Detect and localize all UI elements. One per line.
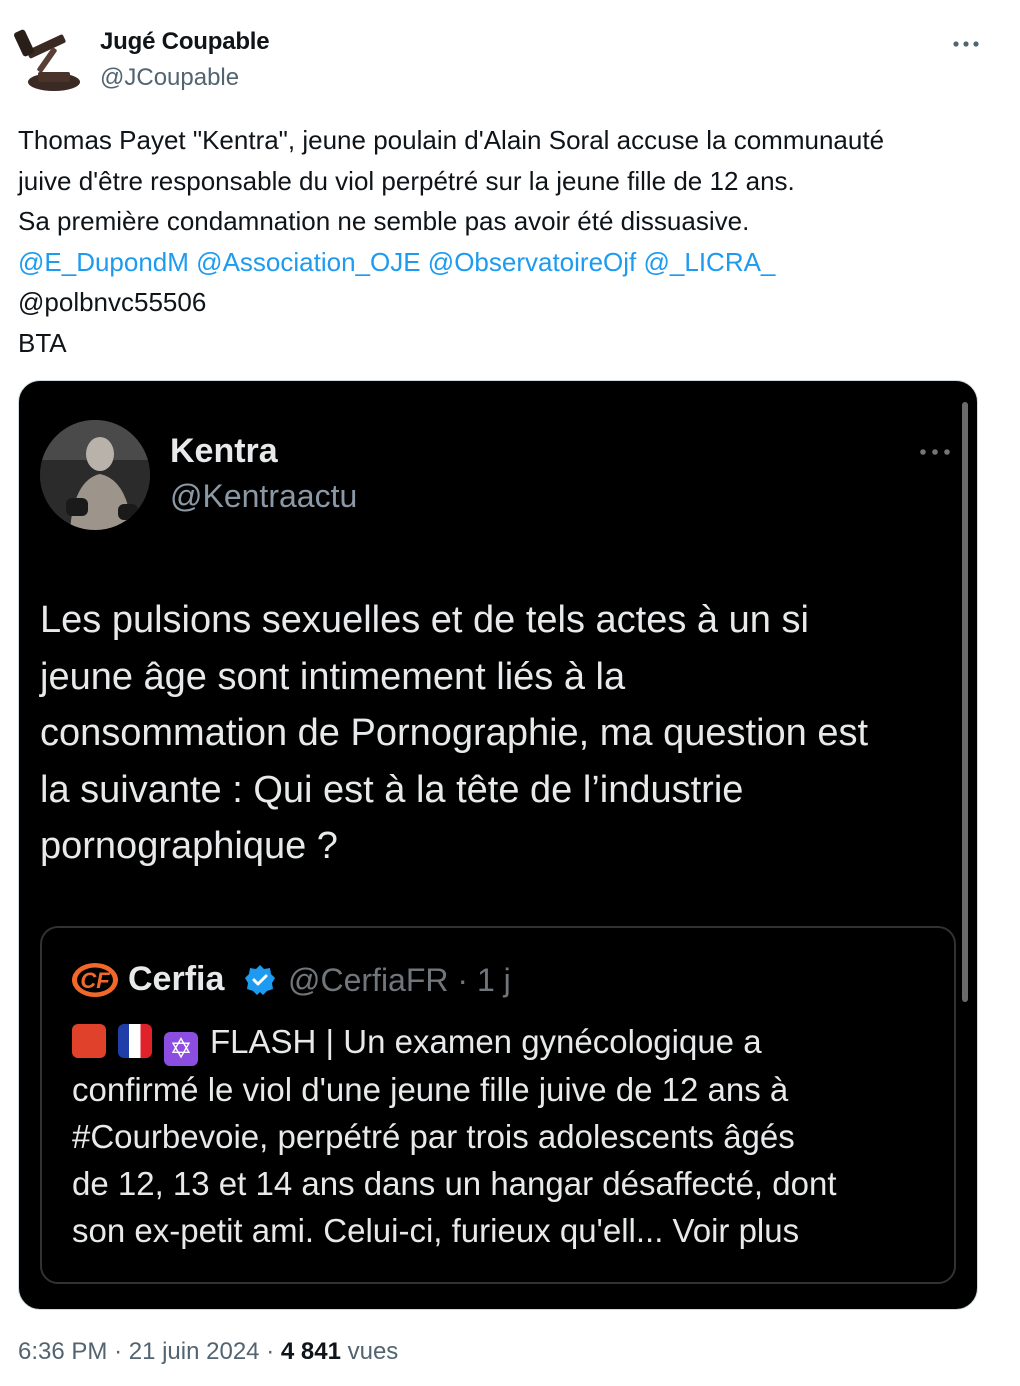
star-of-david-icon: ✡ xyxy=(164,1032,198,1066)
embedded-text-line: la suivante : Qui est à la tête de l’ind… xyxy=(40,768,744,811)
quoted-time: 1 j xyxy=(476,962,511,998)
quoted-text-line: de 12, 13 et 14 ans dans un hangar désaf… xyxy=(72,1165,837,1202)
tweet-footer: 6:36 PM · 21 juin 2024 · 4 841 vues xyxy=(18,1338,398,1366)
footer-separator: · xyxy=(114,1338,123,1365)
footer-separator: · xyxy=(266,1338,275,1365)
embedded-text-line: jeune âge sont intimement liés à la xyxy=(40,655,626,698)
tweet-mentions-line: @E_DupondM @Association_OJE @Observatoir… xyxy=(18,242,998,283)
plain-handle: @polbnvc55506 xyxy=(18,287,207,317)
mention-link[interactable]: @ObservatoireOjf xyxy=(428,247,636,277)
embedded-author-handle: @Kentraactu xyxy=(170,478,358,514)
more-options-button[interactable] xyxy=(946,26,986,62)
tweet-line: Sa première condamnation ne semble pas a… xyxy=(18,206,750,236)
kentra-avatar xyxy=(40,420,150,530)
verified-badge-icon xyxy=(244,964,276,996)
media-scrollbar xyxy=(962,402,968,1002)
quoted-meta: @CerfiaFR · 1 j xyxy=(288,962,511,999)
tweet-line: juive d'être responsable du viol perpétr… xyxy=(18,165,795,196)
mention-link[interactable]: @E_DupondM xyxy=(18,247,189,277)
embedded-text-line: Les pulsions sexuelles et de tels actes … xyxy=(40,599,809,641)
signature: BTA xyxy=(18,327,67,358)
boxer-photo-icon xyxy=(40,420,150,530)
author-avatar[interactable] xyxy=(14,22,86,94)
tweet-time[interactable]: 6:36 PM xyxy=(18,1338,107,1365)
quoted-text-line: #Courbevoie, perpétré par trois adolesce… xyxy=(72,1118,795,1155)
views-count[interactable]: 4 841 xyxy=(281,1338,341,1365)
embedded-text-line: consommation de Pornographie, ma questio… xyxy=(40,712,869,754)
quoted-author-name: Cerfia xyxy=(128,960,225,998)
mention-link[interactable]: @_LICRA_ xyxy=(644,247,776,277)
cerfia-logo-text: CF xyxy=(80,968,110,993)
quoted-text-line: son ex-petit ami. Celui-ci, furieux qu'e… xyxy=(72,1207,952,1254)
quoted-last-line: son ex-petit ami. Celui-ci, furieux qu'e… xyxy=(72,1212,664,1249)
gavel-icon xyxy=(14,29,80,91)
embedded-text-line: pornographique ? xyxy=(40,825,338,867)
quoted-text-line: confirmé le viol d'une jeune fille juive… xyxy=(72,1071,789,1108)
embedded-author-name: Kentra xyxy=(170,432,278,470)
quoted-tweet-text: ✡ FLASH | Un examen gynécologique a confi… xyxy=(72,1018,952,1254)
tweet-date[interactable]: 21 juin 2024 xyxy=(129,1338,260,1365)
quoted-first-line: FLASH | Un examen gynécologique a xyxy=(210,1023,762,1060)
tweet-text: Thomas Payet "Kentra", jeune poulain d'A… xyxy=(18,120,998,363)
see-more-link: Voir plus xyxy=(672,1212,800,1249)
embedded-more-icon xyxy=(912,440,958,464)
meta-separator: · xyxy=(457,962,469,998)
tweet-line: Thomas Payet "Kentra", jeune poulain d'A… xyxy=(18,125,885,155)
cerfia-logo-icon: CF xyxy=(70,960,120,1000)
author-handle[interactable]: @JCoupable xyxy=(100,64,239,92)
france-flag-icon xyxy=(118,1024,152,1058)
more-dots-icon xyxy=(953,41,979,47)
mention-link[interactable]: @Association_OJE xyxy=(196,247,420,277)
views-label: vues xyxy=(347,1338,399,1365)
embedded-tweet-text: Les pulsions sexuelles et de tels actes … xyxy=(40,592,960,875)
siren-emoji-icon xyxy=(72,1024,106,1058)
author-name[interactable]: Jugé Coupable xyxy=(100,28,270,56)
quoted-text-line: ✡ FLASH | Un examen gynécologique a xyxy=(72,1018,952,1066)
quoted-author-handle: @CerfiaFR xyxy=(288,962,449,998)
